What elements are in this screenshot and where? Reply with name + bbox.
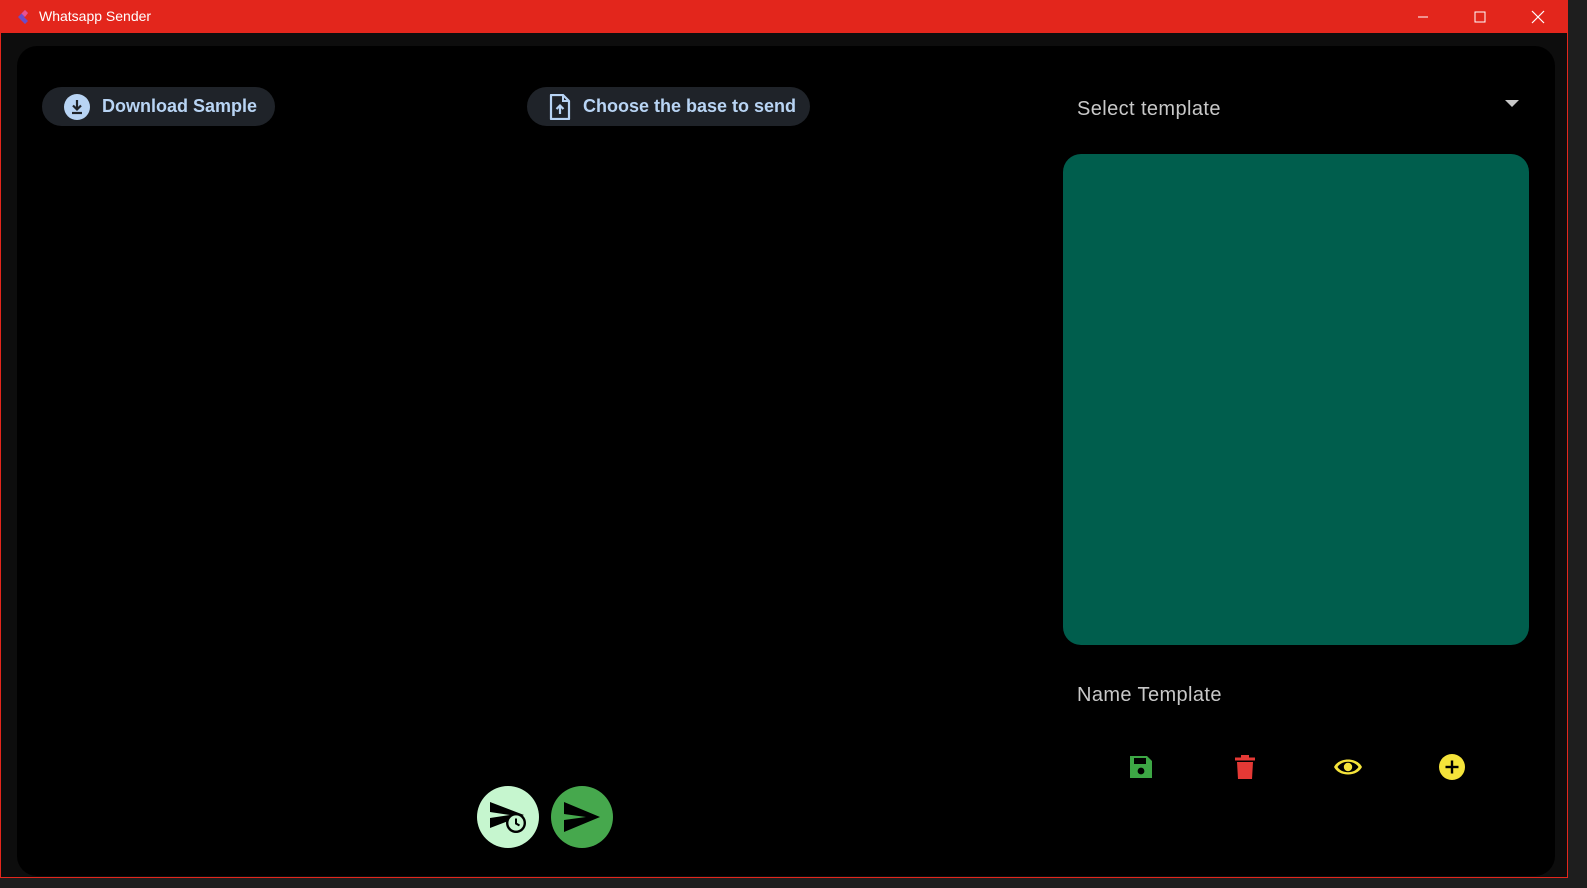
name-template-input[interactable]: Name Template [1077, 684, 1222, 707]
send-icon [564, 802, 600, 832]
eye-icon [1334, 759, 1362, 775]
minimize-button[interactable] [1395, 1, 1451, 33]
save-icon [1130, 756, 1152, 778]
schedule-send-button[interactable] [477, 786, 539, 848]
add-circle-icon [1439, 754, 1465, 780]
template-editor[interactable] [1063, 154, 1529, 645]
add-template-button[interactable] [1436, 751, 1468, 783]
choose-base-button[interactable]: Choose the base to send [527, 87, 810, 126]
select-template-dropdown[interactable]: Select template [1063, 86, 1519, 130]
select-template-placeholder: Select template [1077, 98, 1221, 120]
file-upload-icon [549, 93, 571, 120]
schedule-send-icon [490, 802, 526, 833]
dropdown-arrow-icon [1505, 100, 1519, 107]
delete-template-button[interactable] [1229, 751, 1261, 783]
app-window: Whatsapp Sender Download Sample Choose t… [0, 0, 1568, 878]
window-title: Whatsapp Sender [39, 8, 152, 24]
download-sample-button[interactable]: Download Sample [42, 87, 275, 126]
maximize-button[interactable] [1452, 1, 1508, 33]
choose-base-label: Choose the base to send [583, 96, 797, 116]
download-circle-icon [64, 93, 90, 120]
delete-icon [1235, 755, 1255, 779]
main-content: Download Sample Choose the base to send … [17, 46, 1555, 876]
send-button[interactable] [551, 786, 613, 848]
close-button[interactable] [1510, 1, 1566, 33]
minimize-icon [1418, 16, 1428, 18]
preview-template-button[interactable] [1332, 751, 1364, 783]
title-bar[interactable]: Whatsapp Sender [1, 1, 1567, 33]
save-template-button[interactable] [1125, 751, 1157, 783]
maximize-icon [1474, 11, 1486, 23]
close-icon [1531, 10, 1545, 24]
download-sample-label: Download Sample [102, 96, 258, 116]
app-logo-icon [18, 10, 28, 24]
